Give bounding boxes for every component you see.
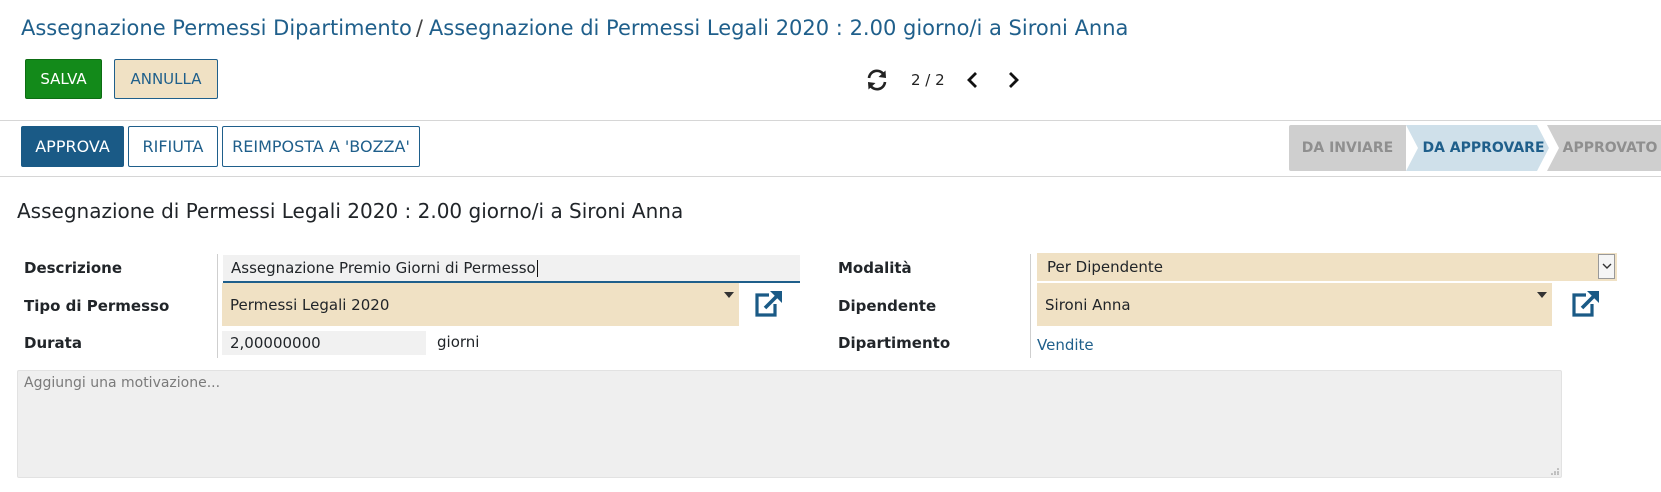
pager-value[interactable]: 2 / 2	[911, 71, 945, 89]
dropdown-caret-icon[interactable]	[724, 292, 734, 298]
external-link-icon[interactable]	[1570, 290, 1600, 318]
chevron-right-icon[interactable]	[1003, 70, 1023, 90]
modalita-select-toggle[interactable]	[1598, 254, 1615, 279]
descrizione-input[interactable]: Assegnazione Premio Giorni di Permesso	[223, 255, 800, 283]
status-step-da-approvare[interactable]: DA APPROVARE	[1406, 125, 1549, 171]
statusbar-divider	[0, 176, 1661, 177]
dipendente-value: Sironi Anna	[1045, 295, 1131, 314]
tipo-permesso-value: Permessi Legali 2020	[230, 295, 390, 314]
durata-label: Durata	[24, 334, 82, 352]
breadcrumb-current: Assegnazione di Permessi Legali 2020 : 2…	[428, 16, 1129, 40]
modalita-label: Modalità	[838, 259, 912, 277]
status-step-approvato[interactable]: APPROVATO	[1547, 125, 1661, 171]
motivazione-textarea[interactable]: Aggiungi una motivazione...	[17, 370, 1562, 478]
external-link-icon[interactable]	[753, 290, 783, 318]
durata-unit: giorni	[437, 333, 480, 351]
text-caret	[536, 259, 538, 277]
chevron-down-icon	[1602, 263, 1611, 269]
status-steps: DA INVIARE DA APPROVARE APPROVATO	[1289, 125, 1661, 171]
modalita-value: Per Dipendente	[1047, 258, 1164, 276]
resize-handle-icon[interactable]	[1551, 467, 1559, 475]
tipo-permesso-label: Tipo di Permesso	[24, 297, 170, 315]
breadcrumb-separator: /	[415, 16, 423, 40]
durata-value: 2,00000000	[230, 334, 321, 352]
reset-to-draft-button[interactable]: REIMPOSTA A 'BOZZA'	[222, 126, 420, 167]
dipendente-select[interactable]: Sironi Anna	[1037, 283, 1552, 326]
dipartimento-link[interactable]: Vendite	[1037, 336, 1094, 354]
motivazione-placeholder: Aggiungi una motivazione...	[24, 375, 221, 391]
chevron-left-icon[interactable]	[963, 70, 983, 90]
record-title: Assegnazione di Permessi Legali 2020 : 2…	[17, 199, 684, 223]
durata-input[interactable]: 2,00000000	[222, 331, 426, 355]
refuse-button[interactable]: RIFIUTA	[128, 126, 218, 167]
control-panel-divider	[0, 120, 1661, 121]
descrizione-value: Assegnazione Premio Giorni di Permesso	[231, 259, 536, 277]
cancel-button[interactable]: ANNULLA	[114, 59, 218, 99]
label-separator-left	[217, 254, 218, 358]
breadcrumb: Assegnazione Permessi Dipartimento / Asseg…	[21, 16, 1128, 40]
tipo-permesso-select[interactable]: Permessi Legali 2020	[222, 283, 739, 326]
pager: 2 / 2	[865, 68, 1023, 92]
save-button[interactable]: SALVA	[25, 59, 102, 99]
dipartimento-label: Dipartimento	[838, 334, 951, 352]
reload-icon[interactable]	[865, 68, 889, 92]
approve-button[interactable]: APPROVA	[21, 126, 124, 167]
label-separator-right	[1030, 254, 1031, 358]
dipendente-label: Dipendente	[838, 297, 937, 315]
status-step-da-inviare[interactable]: DA INVIARE	[1289, 125, 1406, 171]
modalita-select[interactable]: Per Dipendente	[1037, 253, 1617, 281]
breadcrumb-parent-link[interactable]: Assegnazione Permessi Dipartimento	[21, 16, 412, 40]
descrizione-label: Descrizione	[24, 259, 123, 277]
dropdown-caret-icon[interactable]	[1537, 292, 1547, 298]
